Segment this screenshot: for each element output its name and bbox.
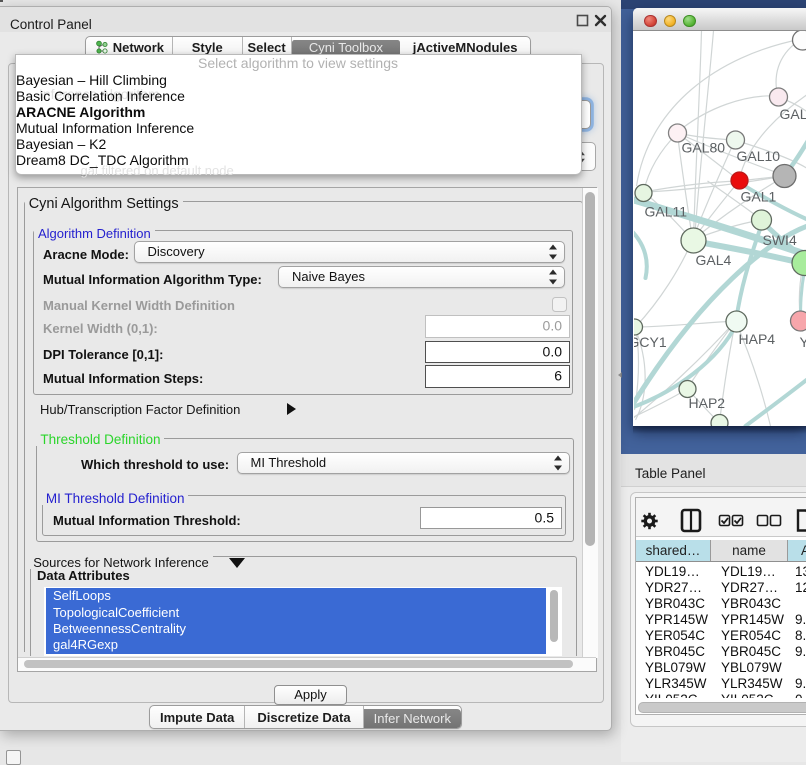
svg-text:HAP4: HAP4 — [738, 331, 775, 347]
svg-text:GCY1: GCY1 — [634, 334, 667, 350]
svg-text:GAL1: GAL1 — [740, 189, 776, 205]
svg-text:Y: Y — [799, 334, 806, 350]
svg-text:GAL10: GAL10 — [736, 148, 780, 164]
svg-text:GAL4: GAL4 — [695, 252, 731, 268]
svg-text:SWI4: SWI4 — [762, 232, 796, 248]
svg-text:GAL80: GAL80 — [681, 140, 725, 156]
svg-text:GAL7: GAL7 — [779, 106, 806, 122]
svg-text:HAP2: HAP2 — [688, 395, 725, 411]
svg-text:GAL11: GAL11 — [644, 204, 687, 220]
